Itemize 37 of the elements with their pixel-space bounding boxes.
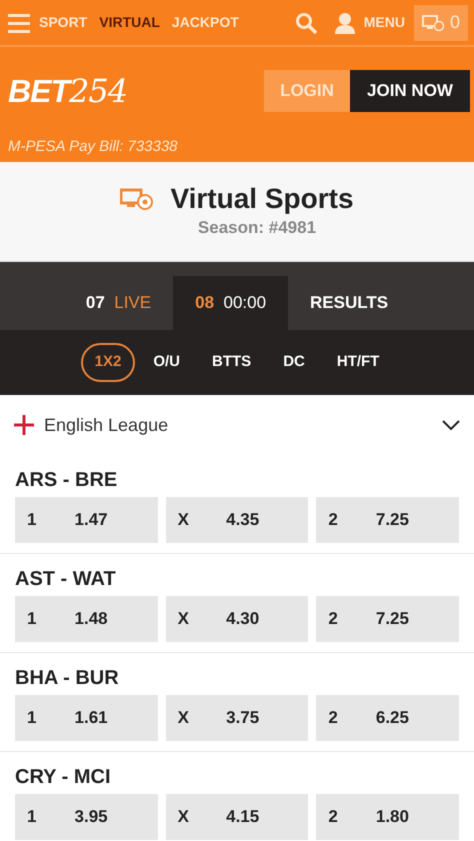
match-teams: BHA - BUR [15, 667, 119, 689]
market-tab[interactable]: BTTS [198, 343, 266, 382]
odds-button[interactable]: X 4.35 [166, 497, 308, 543]
market-tab[interactable]: HT/FT [322, 343, 394, 382]
market-tab[interactable]: O/U [139, 343, 194, 382]
nav-link[interactable]: VIRTUAL [96, 12, 163, 33]
odds-button[interactable]: X 4.30 [166, 596, 308, 642]
odds-button[interactable]: 2 1.80 [316, 794, 460, 840]
odds-button[interactable]: 2 7.25 [316, 497, 460, 543]
match-teams: AST - WAT [15, 568, 116, 590]
odds-button[interactable]: 1 1.48 [15, 596, 158, 642]
user-icon[interactable] [334, 12, 355, 34]
join-button[interactable]: JOIN NOW [350, 70, 470, 112]
odds-button[interactable]: 1 1.61 [15, 695, 158, 741]
match-teams: CRY - MCI [15, 766, 111, 788]
screen-ball-icon [120, 186, 154, 210]
screen-ball-icon [422, 14, 444, 32]
market-tab[interactable]: 1X2 [80, 343, 136, 382]
odds-button[interactable]: X 3.75 [166, 695, 308, 741]
odds-button[interactable]: X 4.15 [166, 794, 308, 840]
round-tab[interactable]: 08 00:00 [173, 276, 288, 330]
search-icon[interactable] [294, 12, 317, 34]
chevron-icon[interactable] [442, 419, 460, 431]
season-text: Season: #4981 [198, 218, 316, 238]
cross-flag-icon [14, 415, 34, 435]
round-tab[interactable]: 07 LIVE [64, 276, 174, 330]
odds-button[interactable]: 1 1.47 [15, 497, 158, 543]
page-title: Virtual Sports [170, 182, 354, 216]
odds-button[interactable]: 2 7.25 [316, 596, 460, 642]
match-teams: ARS - BRE [15, 469, 118, 491]
market-tab[interactable]: DC [269, 343, 319, 382]
menu-icon[interactable] [8, 12, 30, 34]
round-tab[interactable]: RESULTS [288, 276, 410, 330]
paybill-text: M-PESA Pay Bill: 733338 [8, 138, 178, 155]
odds-button[interactable]: 2 6.25 [316, 695, 460, 741]
odds-button[interactable]: 1 3.95 [15, 794, 158, 840]
league-name: English League [44, 414, 170, 437]
